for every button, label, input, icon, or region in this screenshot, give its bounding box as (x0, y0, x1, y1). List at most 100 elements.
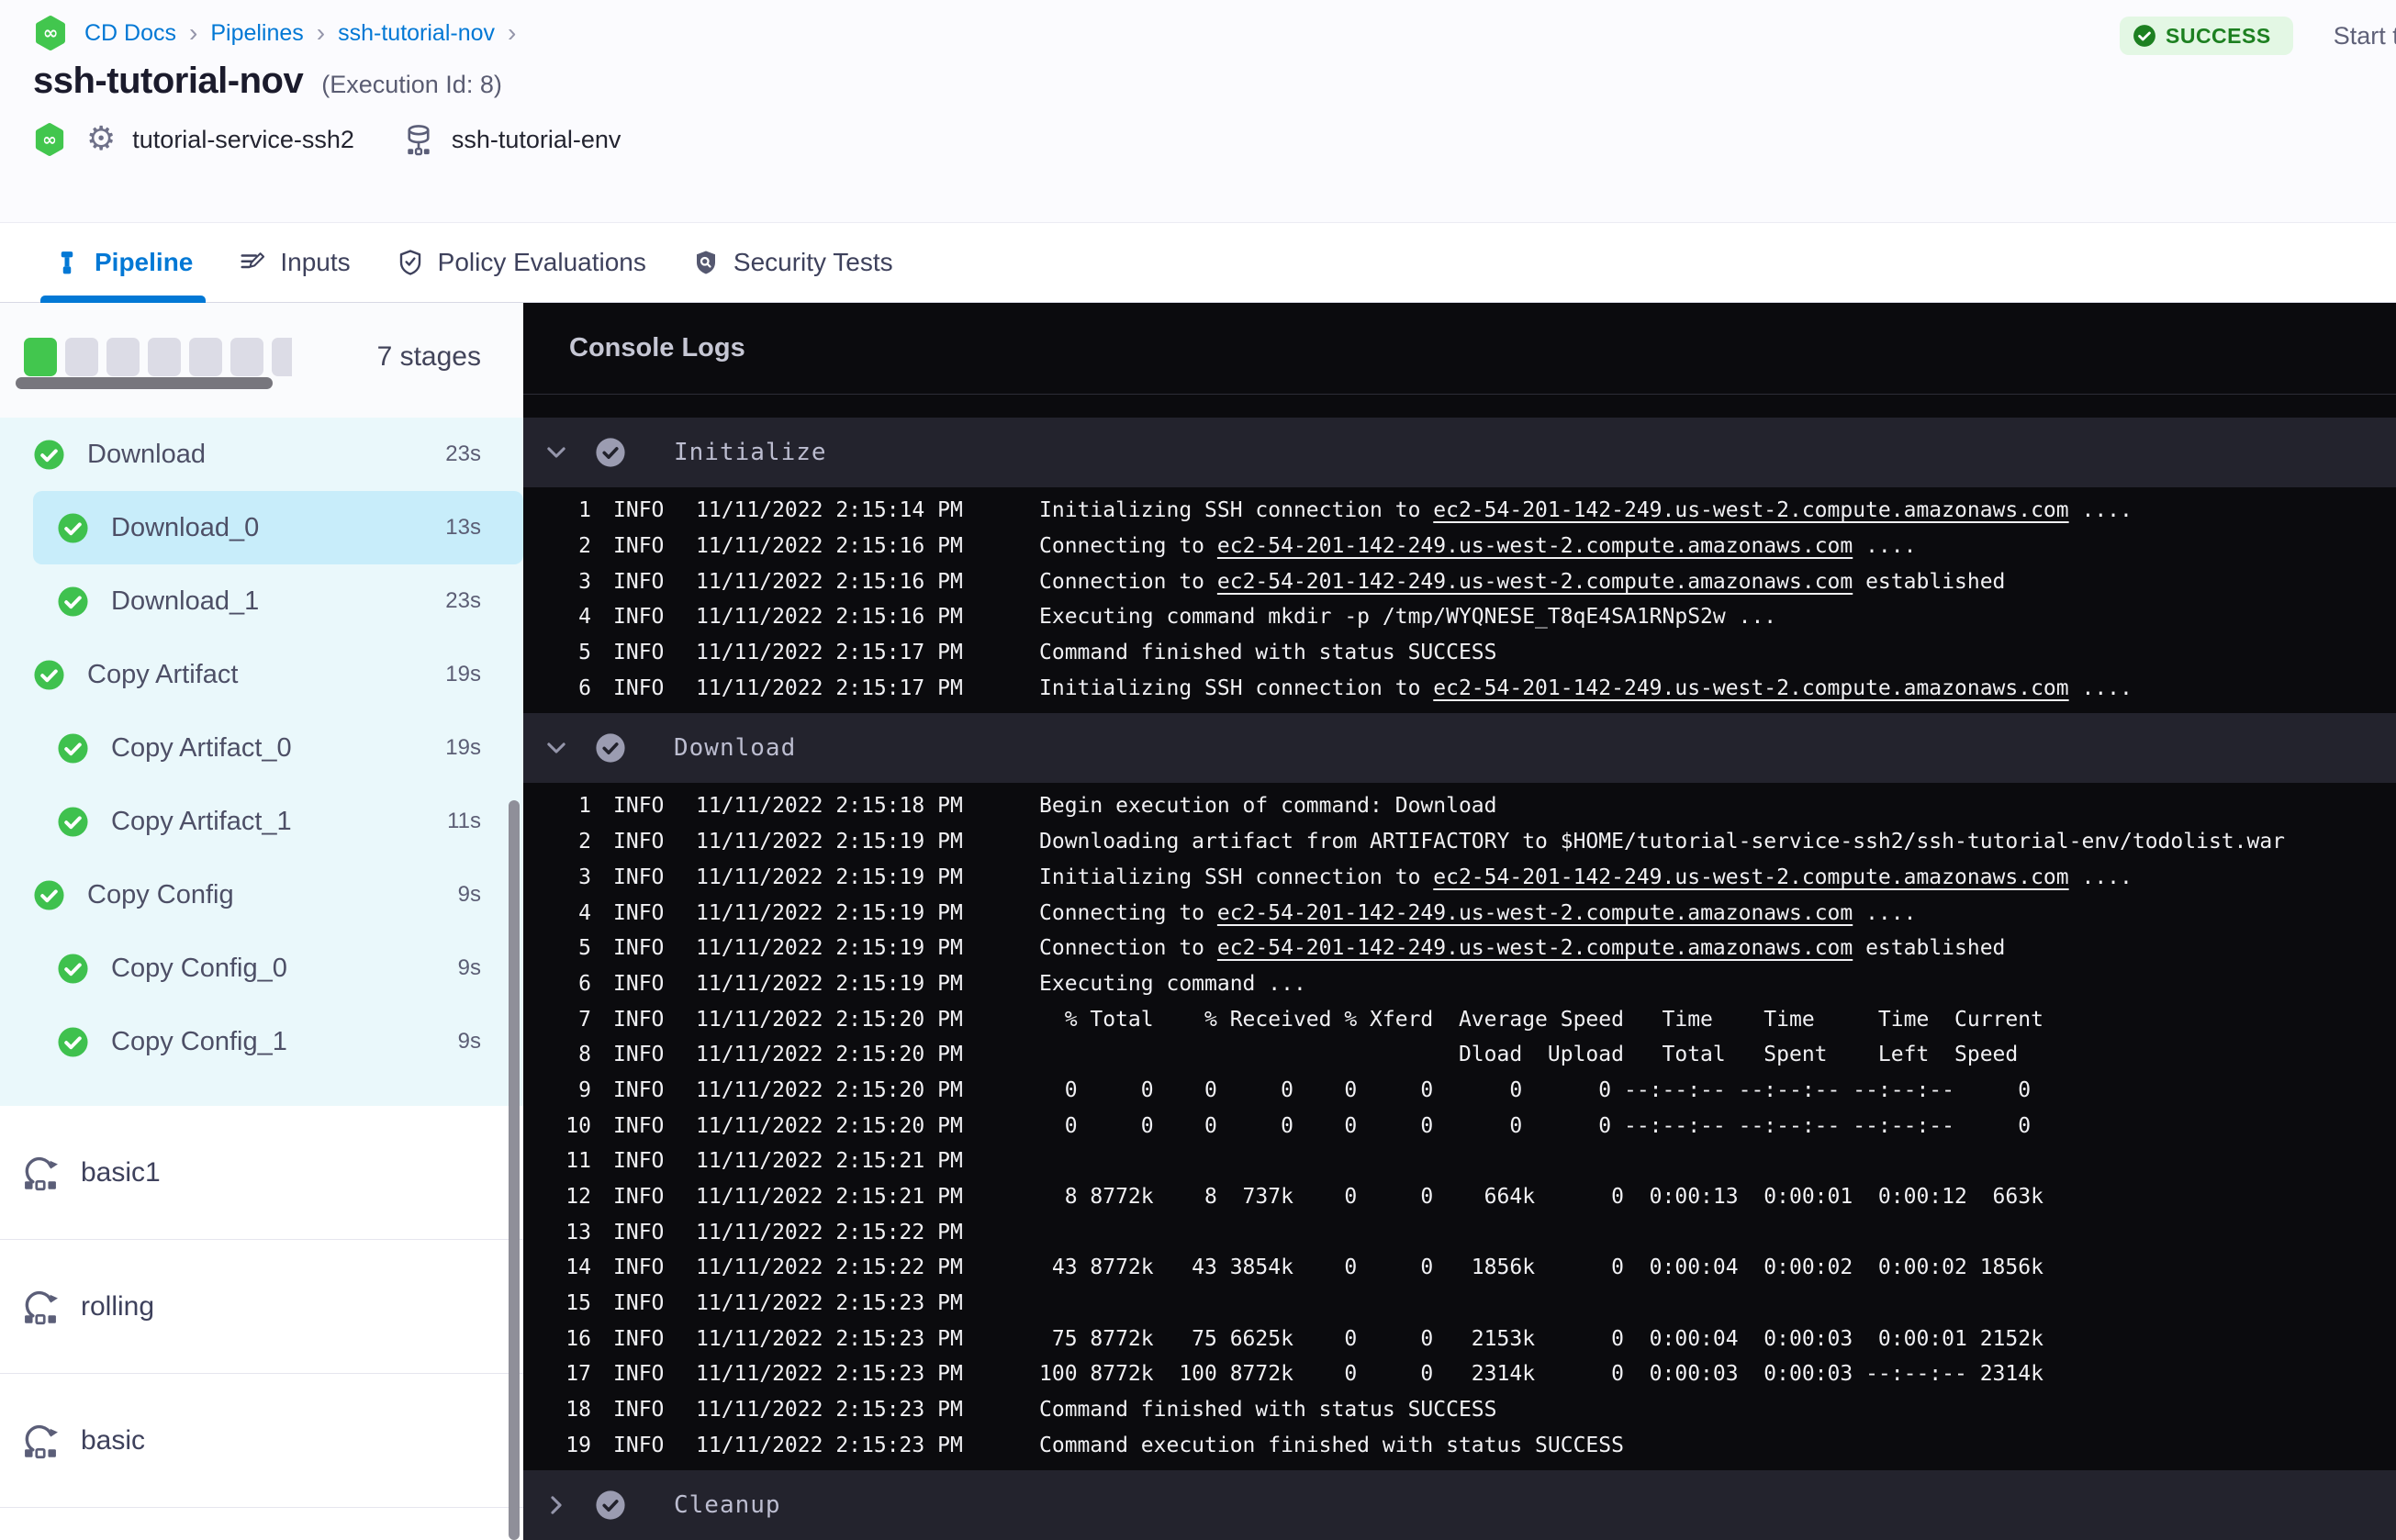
stage-success-check-icon (58, 732, 88, 764)
log-timestamp: 11/11/2022 2:15:17 PM (696, 641, 963, 665)
log-host-link[interactable]: ec2-54-201-142-249.us-west-2.compute.ama… (1433, 498, 2068, 522)
stage-progress-scrollbar[interactable] (16, 377, 273, 389)
stage-progress-square[interactable] (148, 338, 181, 376)
log-level: INFO (613, 1043, 665, 1067)
stage-row[interactable]: Download_1 23s (0, 564, 523, 638)
pipeline-name: rolling (81, 1290, 155, 1322)
log-line: 10 INFO 11/11/2022 2:15:20 PM 0 0 0 0 0 … (523, 1108, 2396, 1144)
log-message: Downloading artifact from ARTIFACTORY to… (1039, 830, 2286, 854)
breadcrumb-items: CD Docs › Pipelines › ssh-tutorial-nov › (84, 20, 516, 47)
stage-row[interactable]: Download_0 13s (33, 491, 523, 564)
log-host-link[interactable]: ec2-54-201-142-249.us-west-2.compute.ama… (1433, 676, 2068, 700)
breadcrumb-separator-icon: › (508, 18, 517, 47)
service-name[interactable]: tutorial-service-ssh2 (132, 126, 354, 154)
breadcrumb-separator-icon: › (189, 18, 198, 47)
tab-security-tests[interactable]: Security Tests (692, 223, 893, 302)
breadcrumb-link[interactable]: Pipelines (210, 20, 303, 47)
stage-row[interactable]: Copy Artifact 19s (0, 638, 523, 711)
stage-row[interactable]: Copy Config_1 9s (0, 1005, 523, 1078)
log-host-link[interactable]: ec2-54-201-142-249.us-west-2.compute.ama… (1217, 570, 1853, 594)
svg-text:∞: ∞ (43, 22, 59, 44)
rollout-deploy-icon (25, 1424, 58, 1458)
stage-row[interactable]: Copy Artifact_0 19s (0, 711, 523, 785)
harness-cd-logo-icon: ∞ (35, 123, 64, 156)
log-section-lines: 1 INFO 11/11/2022 2:15:14 PM Initializin… (523, 487, 2396, 713)
log-section-header[interactable]: Download (523, 713, 2396, 784)
tab-policy-evaluations[interactable]: Policy Evaluations (397, 223, 646, 302)
pipeline-list-item[interactable]: basic (0, 1374, 523, 1508)
console-title: Console Logs (569, 333, 745, 363)
pipeline-list: basic1 rolling basic canary2 (0, 1106, 523, 1540)
log-section-header[interactable]: Initialize (523, 418, 2396, 487)
log-message: 100 8772k 100 8772k 0 0 2314k 0 0:00:03 … (1039, 1362, 2043, 1387)
log-line: 15 INFO 11/11/2022 2:15:23 PM (523, 1286, 2396, 1322)
pipeline-list-item[interactable]: basic1 (0, 1106, 523, 1240)
environment-name[interactable]: ssh-tutorial-env (452, 126, 621, 154)
log-timestamp: 11/11/2022 2:15:22 PM (696, 1255, 963, 1280)
log-message: Command finished with status SUCCESS (1039, 1398, 1497, 1423)
stage-progress-square[interactable] (24, 338, 57, 376)
log-timestamp: 11/11/2022 2:15:19 PM (696, 865, 963, 889)
chevron-down-icon[interactable] (543, 735, 569, 761)
log-message: Connection to ec2-54-201-142-249.us-west… (1039, 569, 2006, 594)
log-message: Initializing SSH connection to ec2-54-20… (1039, 498, 2133, 523)
stage-progress-square[interactable] (189, 338, 222, 376)
log-timestamp: 11/11/2022 2:15:23 PM (696, 1398, 963, 1423)
stage-row[interactable]: Copy Config 9s (0, 858, 523, 932)
log-level: INFO (613, 1007, 665, 1032)
log-line: 6 INFO 11/11/2022 2:15:19 PM Executing c… (523, 966, 2396, 1002)
log-host-link[interactable]: ec2-54-201-142-249.us-west-2.compute.ama… (1433, 865, 2068, 889)
stage-name: Copy Artifact_0 (111, 732, 292, 763)
log-timestamp: 11/11/2022 2:15:23 PM (696, 1326, 963, 1351)
log-line: 17 INFO 11/11/2022 2:15:23 PM 100 8772k … (523, 1356, 2396, 1392)
stage-progress-square[interactable] (230, 338, 263, 376)
log-section-title: Cleanup (674, 1491, 781, 1520)
header-right: SUCCESS Start time (2120, 17, 2396, 55)
stage-row[interactable]: Copy Artifact_1 11s (0, 785, 523, 858)
tab-inputs[interactable]: Inputs (239, 223, 351, 302)
tab-pipeline[interactable]: Pipeline (39, 223, 207, 303)
log-line-number: 2 (578, 830, 591, 854)
log-line-number: 7 (578, 1007, 591, 1032)
log-line: 12 INFO 11/11/2022 2:15:21 PM 8 8772k 8 … (523, 1179, 2396, 1215)
log-host-link[interactable]: ec2-54-201-142-249.us-west-2.compute.ama… (1217, 901, 1853, 925)
log-level: INFO (613, 605, 665, 630)
breadcrumb-link[interactable]: ssh-tutorial-nov (338, 20, 495, 47)
log-line: 4 INFO 11/11/2022 2:15:19 PM Connecting … (523, 895, 2396, 931)
log-line: 11 INFO 11/11/2022 2:15:21 PM (523, 1144, 2396, 1179)
inputs-icon (241, 252, 265, 269)
log-line: 2 INFO 11/11/2022 2:15:19 PM Downloading… (523, 824, 2396, 860)
log-line: 5 INFO 11/11/2022 2:15:17 PM Command fin… (523, 635, 2396, 671)
stage-success-check-icon (58, 806, 88, 837)
log-host-link[interactable]: ec2-54-201-142-249.us-west-2.compute.ama… (1217, 534, 1853, 558)
log-section-header[interactable]: Cleanup (523, 1470, 2396, 1540)
pipeline-list-item[interactable]: canary2 (0, 1508, 523, 1540)
log-level: INFO (613, 1220, 665, 1244)
log-line-number: 3 (578, 569, 591, 594)
service-gear-icon: ⚙ (86, 120, 117, 158)
shield-search-icon (696, 251, 715, 274)
stage-duration: 19s (445, 735, 481, 760)
log-section-lines: 1 INFO 11/11/2022 2:15:18 PM Begin execu… (523, 783, 2396, 1470)
section-success-check-icon (596, 733, 625, 763)
stage-progress-square[interactable] (272, 338, 292, 376)
log-level: INFO (613, 1255, 665, 1280)
page-title: ssh-tutorial-nov (33, 61, 304, 101)
log-host-link[interactable]: ec2-54-201-142-249.us-west-2.compute.ama… (1217, 936, 1853, 960)
stage-row[interactable]: Download 23s (0, 418, 523, 491)
log-message: % Total % Received % Xferd Average Speed… (1039, 1007, 2043, 1032)
breadcrumb-link[interactable]: CD Docs (84, 20, 176, 47)
chevron-right-icon[interactable] (543, 1492, 569, 1518)
pipeline-list-item[interactable]: rolling (0, 1240, 523, 1374)
stage-progress-square[interactable] (65, 338, 98, 376)
stage-progress-square[interactable] (106, 338, 140, 376)
stages-summary: 7 stages (0, 303, 523, 418)
log-line-number: 4 (578, 605, 591, 630)
log-message: Executing command mkdir -p /tmp/WYQNESE_… (1039, 605, 1777, 630)
stage-row[interactable]: Copy Config_0 9s (0, 932, 523, 1005)
stage-success-check-icon (34, 879, 64, 910)
status-badge: SUCCESS (2120, 17, 2293, 55)
title-row: ssh-tutorial-nov (Execution Id: 8) (33, 61, 2396, 102)
chevron-down-icon[interactable] (543, 440, 569, 465)
sidebar-scrollbar[interactable] (509, 800, 520, 1540)
